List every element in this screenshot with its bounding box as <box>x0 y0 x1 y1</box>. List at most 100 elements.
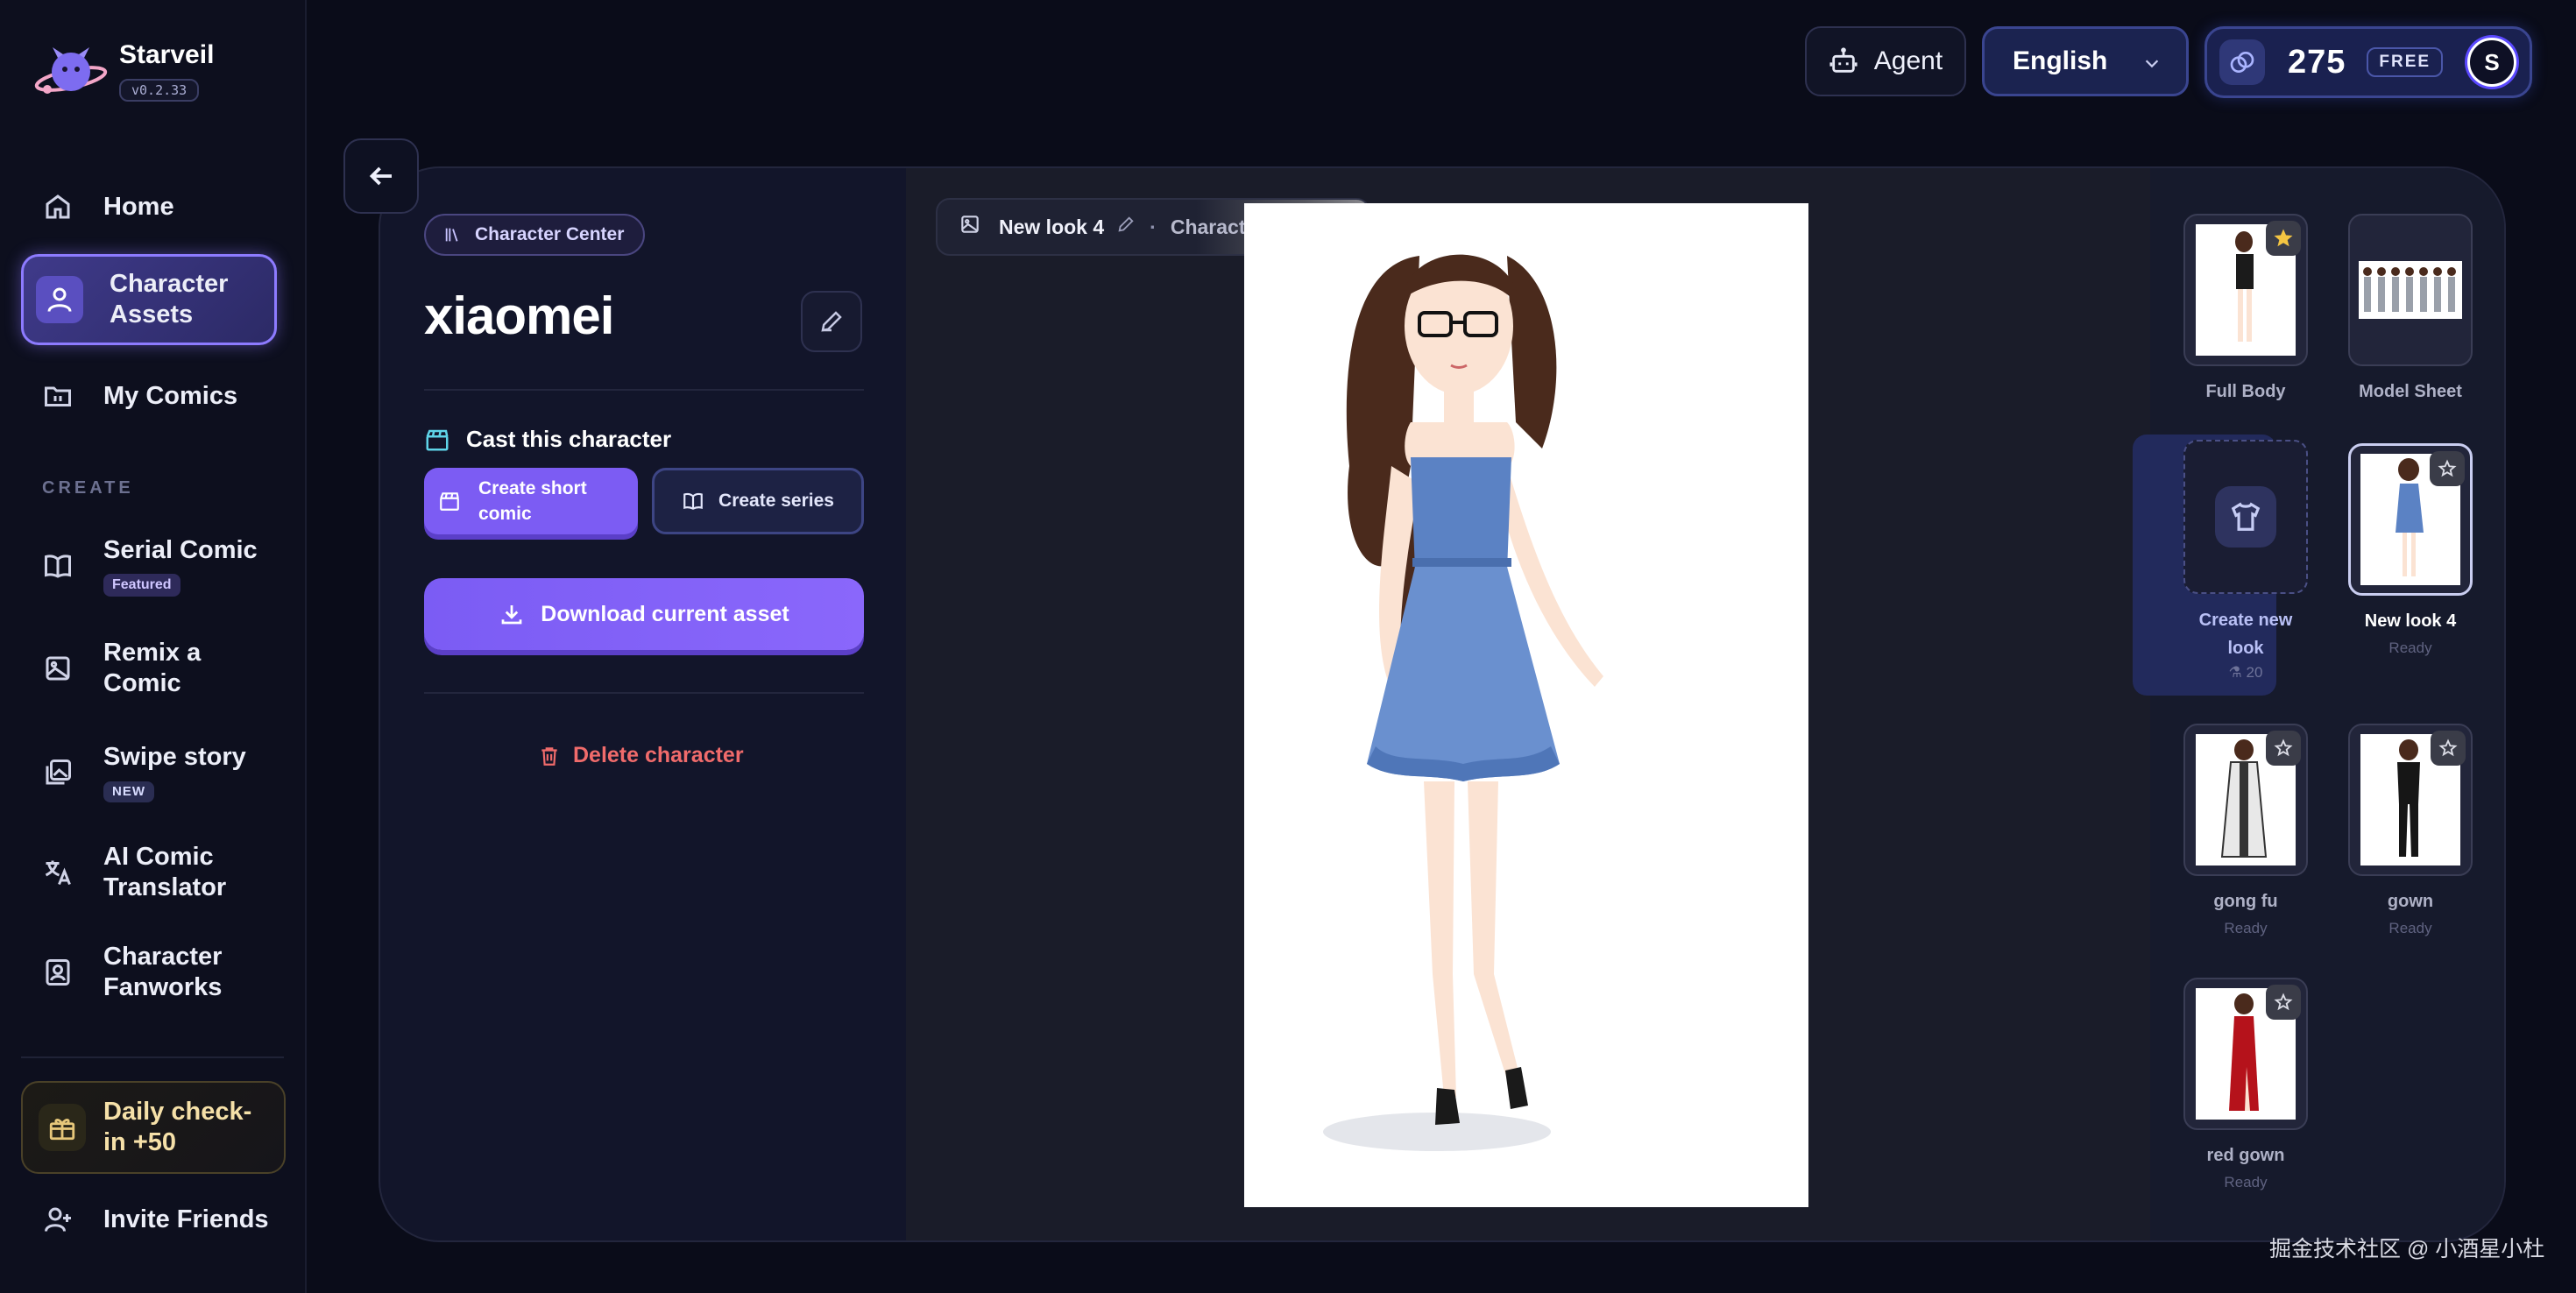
daily-checkin-button[interactable]: Daily check-in +50 <box>21 1081 286 1174</box>
delete-label: Delete character <box>573 743 744 767</box>
look-card-full-body[interactable]: Full Body <box>2183 214 2308 403</box>
download-label: Download current asset <box>541 601 789 626</box>
look-name: red gown <box>2206 1146 2285 1165</box>
sidebar-item-label: My Comics <box>103 381 238 410</box>
star-icon <box>2274 738 2293 757</box>
cast-section-title: Cast this character <box>424 426 671 453</box>
translate-icon <box>39 853 77 892</box>
create-new-look-button[interactable]: Create new look ⚗ 20 <box>2183 440 2308 682</box>
new-badge: NEW <box>103 781 154 802</box>
star-icon <box>2438 459 2457 477</box>
daily-checkin-label: Daily check-in +50 <box>103 1098 252 1156</box>
sidebar-item-serial-comic[interactable]: Serial Comic Featured <box>21 529 277 603</box>
book-icon <box>683 492 703 510</box>
star-icon <box>2438 738 2458 757</box>
sidebar-item-character-fanworks[interactable]: Character Fanworks <box>21 939 277 1006</box>
look-card-red-gown[interactable]: red gown Ready <box>2183 978 2308 1191</box>
chevron-down-icon <box>2145 60 2159 68</box>
favorite-star-button[interactable] <box>2266 985 2301 1020</box>
sidebar-item-my-comics[interactable]: My Comics <box>21 371 277 420</box>
sidebar-item-home[interactable]: Home <box>21 182 277 231</box>
look-card-gown[interactable]: gown Ready <box>2348 724 2473 937</box>
look-thumbnail <box>2183 978 2308 1130</box>
model-sheet-thumbnail <box>2363 267 2456 312</box>
character-preview-image <box>1244 203 1808 1207</box>
preview-area: New look 4 · Character assets <box>906 168 2150 1240</box>
look-card-gong-fu[interactable]: gong fu Ready <box>2183 724 2308 937</box>
clapperboard-icon <box>426 429 449 450</box>
user-plus-icon <box>39 1200 77 1239</box>
create-series-button[interactable]: Create series <box>652 468 864 534</box>
create-look-frame <box>2183 440 2308 594</box>
look-thumbnail <box>2348 443 2473 596</box>
sidebar-item-character-assets[interactable]: Character Assets <box>21 254 277 345</box>
sidebar-item-label: AI Comic Translator <box>103 843 227 901</box>
gallery-icon <box>39 753 77 792</box>
back-button[interactable] <box>343 138 419 214</box>
sidebar-item-ai-comic-translator[interactable]: AI Comic Translator <box>21 839 277 906</box>
look-thumbnail <box>2183 724 2308 876</box>
look-thumbnail <box>2348 724 2473 876</box>
sidebar-item-label: Remix a Comic <box>103 639 202 697</box>
planet-logo-icon <box>34 47 108 94</box>
gift-icon <box>39 1104 86 1151</box>
look-thumbnail <box>2183 214 2308 366</box>
create-look-cost: ⚗ 20 <box>2183 664 2308 682</box>
look-name: gong fu <box>2213 892 2278 911</box>
character-center-link[interactable]: Character Center <box>424 214 646 256</box>
look-thumbnail <box>2348 214 2473 366</box>
avatar[interactable]: S <box>2467 38 2517 87</box>
favorite-star-button[interactable] <box>2266 731 2301 766</box>
cast-label: Cast this character <box>466 426 672 452</box>
plan-badge: FREE <box>2367 47 2444 77</box>
brand-name: Starveil <box>119 40 215 69</box>
look-image <box>2359 261 2462 319</box>
shirt-icon <box>2215 486 2276 548</box>
agent-label: Agent <box>1873 46 1943 75</box>
breadcrumb-current: New look 4 <box>999 215 1105 238</box>
sidebar-divider <box>21 1056 284 1058</box>
arrow-left-icon <box>369 166 392 186</box>
create-look-label: Create new look <box>2198 611 2293 658</box>
cost-value: 20 <box>2246 664 2263 681</box>
look-card-new-look-4[interactable]: New look 4 Ready <box>2348 443 2473 657</box>
clapperboard-icon <box>440 492 459 511</box>
agent-button[interactable]: Agent <box>1805 26 1966 96</box>
section-label-create: CREATE <box>42 478 134 498</box>
download-asset-button[interactable]: Download current asset <box>424 578 864 650</box>
edit-name-button[interactable] <box>801 291 862 352</box>
look-card-model-sheet[interactable]: Model Sheet <box>2348 214 2473 403</box>
image-icon <box>39 649 77 688</box>
portrait-icon <box>39 953 77 992</box>
trash-icon <box>541 746 557 766</box>
sidebar-item-label: Swipe story <box>103 743 246 771</box>
create-short-comic-button[interactable]: Create short comic <box>424 468 638 534</box>
rename-pencil-icon[interactable] <box>1104 215 1136 239</box>
character-illustration <box>1323 254 1603 1151</box>
sidebar-item-label: Serial Comic <box>103 536 258 564</box>
favorite-star-button[interactable] <box>2431 731 2466 766</box>
sidebar-item-label: Home <box>103 192 174 221</box>
look-name: New look 4 <box>2364 611 2457 631</box>
brand[interactable]: Starveil v0.2.33 <box>33 40 214 102</box>
language-value: English <box>2013 46 2108 75</box>
favorite-star-button[interactable] <box>2266 221 2301 256</box>
download-icon <box>501 605 522 625</box>
credits-icon <box>2219 39 2265 85</box>
star-icon <box>2274 993 2293 1011</box>
sidebar-item-invite-friends[interactable]: Invite Friends <box>21 1195 277 1244</box>
look-status: Ready <box>2388 639 2432 656</box>
look-name: Full Body <box>2205 382 2286 401</box>
favorite-star-button[interactable] <box>2430 451 2465 486</box>
robot-icon <box>1829 47 1858 73</box>
language-select[interactable]: English <box>1982 26 2189 96</box>
sidebar-item-remix-comic[interactable]: Remix a Comic <box>21 636 277 701</box>
create-short-comic-label: Create short comic <box>478 478 587 524</box>
sidebar-item-label: Character Assets <box>110 270 229 329</box>
sidebar-item-label: Invite Friends <box>103 1205 269 1233</box>
credits-panel[interactable]: 275 FREE S <box>2204 26 2532 98</box>
divider <box>424 692 864 694</box>
delete-character-button[interactable]: Delete character <box>538 743 744 768</box>
character-center-label: Character Center <box>475 224 625 244</box>
sidebar-item-swipe-story[interactable]: Swipe story NEW <box>21 736 277 809</box>
